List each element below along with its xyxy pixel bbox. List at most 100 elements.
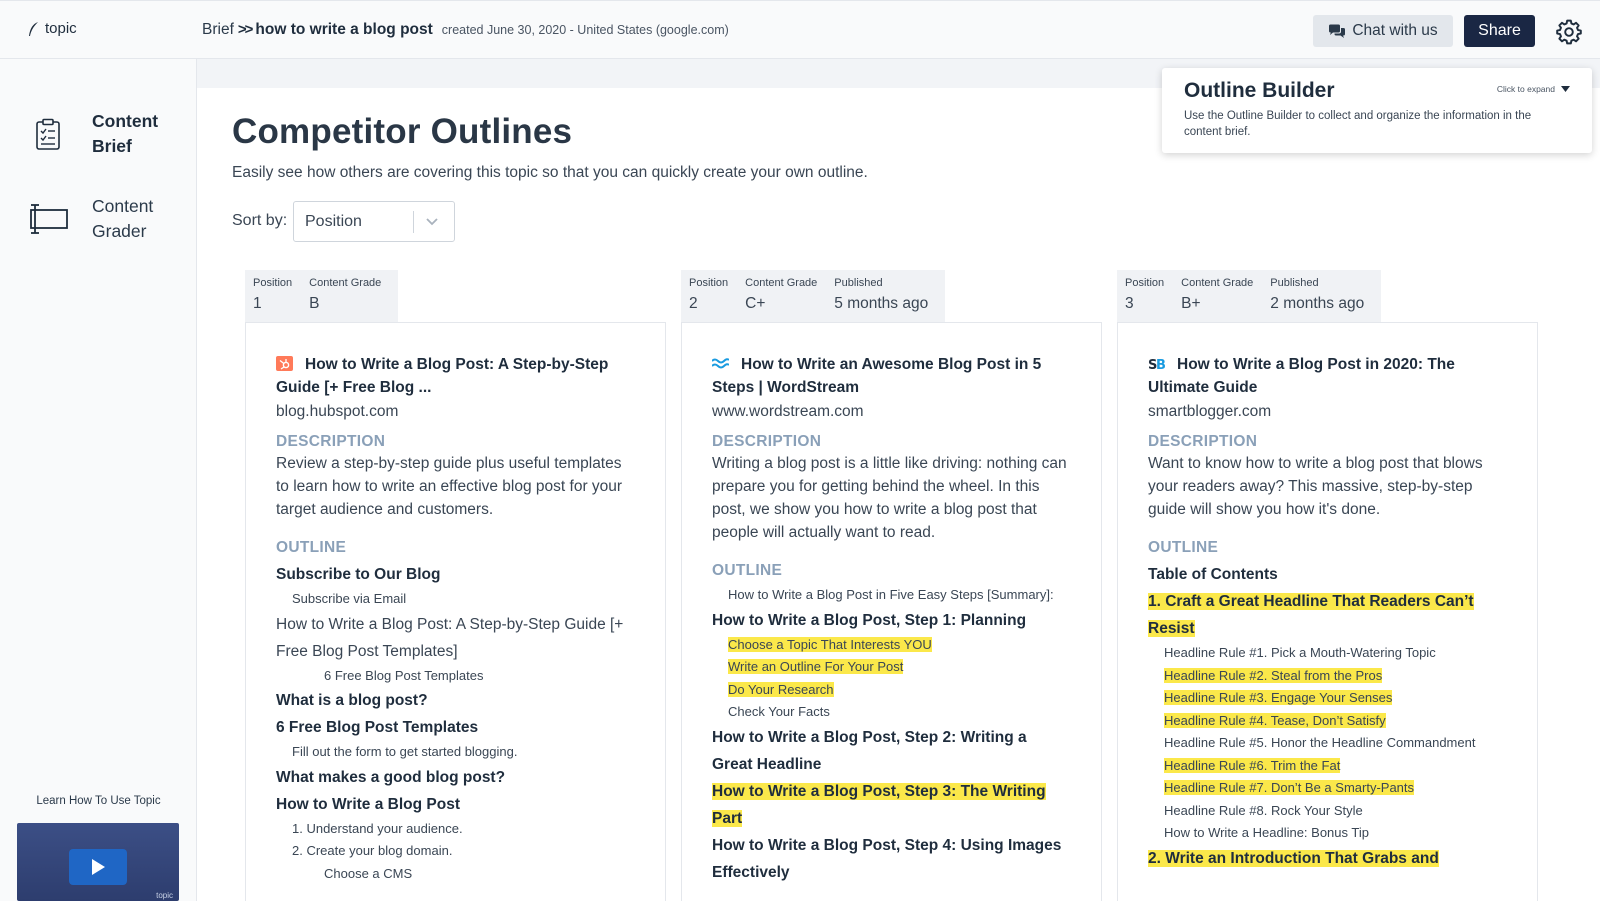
outline-item-text: What makes a good blog post? [276,768,506,786]
play-button[interactable] [69,849,127,885]
outline-item[interactable]: Headline Rule #5. Honor the Headline Com… [1148,732,1507,755]
video-brand: topic [156,891,173,900]
competitor-outline: Subscribe to Our Blog Subscribe via Email… [276,561,635,885]
outline-item-text: How to Write a Blog Post, Step 2: Writin… [712,728,1027,773]
meta-value: 3 [1125,295,1134,312]
wordstream-icon [712,358,729,369]
meta-label: Content Grade [745,277,818,289]
outline-item[interactable]: Headline Rule #4. Tease, Don’t Satisfy [1148,710,1507,733]
outline-item-text: Fill out the form to get started bloggin… [292,744,518,759]
sidebar: Content Brief Content Grader [0,59,197,901]
outline-item-text: Headline Rule #7. Don’t Be a Smarty-Pant… [1164,780,1415,795]
outline-item[interactable]: Choose a CMS [276,863,635,886]
outline-item[interactable]: How to Write a Headline: Bonus Tip [1148,822,1507,845]
outline-item[interactable]: Headline Rule #2. Steal from the Pros [1148,665,1507,688]
outline-item-text: Choose a CMS [324,865,413,881]
outline-item[interactable]: Check Your Facts [712,701,1071,724]
competitor-outline: Table of Contents 1. Craft a Great Headli… [1148,561,1507,872]
description-heading: DESCRIPTION [276,433,386,450]
outline-item-text: How to Write a Blog Post, Step 4: Using … [712,836,1062,881]
outline-item[interactable]: Do Your Research [712,679,1071,702]
outline-item[interactable]: How to Write a Blog Post, Step 4: Using … [712,832,1071,886]
outline-item[interactable]: Headline Rule #6. Trim the Fat [1148,755,1507,778]
feather-icon [29,21,38,36]
meta-label: Published [1270,277,1319,289]
outline-item[interactable]: Subscribe to Our Blog [276,561,635,588]
outline-item[interactable]: 2. Create your blog domain. [276,840,635,863]
competitor-title[interactable]: S B How to Write a Blog Post in 2020: Th… [1148,353,1507,399]
competitor-description: Review a step-by-step guide plus useful … [276,455,623,518]
sidebar-item-label: Content Grader [92,196,154,241]
breadcrumb-meta: created June 30, 2020 - United States (g… [441,23,729,37]
share-button[interactable]: Share [1464,15,1535,47]
outline-item[interactable]: How to Write a Blog Post, Step 3: The Wr… [712,778,1071,832]
outline-item[interactable]: How to Write a Blog Post in Five Easy St… [712,584,1071,607]
outline-item[interactable]: Headline Rule #1. Pick a Mouth-Watering … [1148,642,1507,665]
outline-item[interactable]: How to Write a Blog Post, Step 2: Writin… [712,724,1071,778]
competitor-meta: Position 3 Content Grade B+ Published 2 … [1117,270,1382,322]
outline-item[interactable]: How to Write a Blog Post: A Step-by-Step… [276,611,635,665]
outline-item[interactable]: How to Write a Blog Post, Step 1: Planni… [712,607,1071,634]
breadcrumb-root[interactable]: Brief [202,21,234,39]
outline-item-text: Headline Rule #6. Trim the Fat [1164,757,1341,773]
outline-item[interactable]: Headline Rule #7. Don’t Be a Smarty-Pant… [1148,777,1507,800]
competitor-meta: Position 1 Content Grade B [245,270,399,322]
outline-item[interactable]: Headline Rule #3. Engage Your Senses [1148,687,1507,710]
outline-item-text: 1. Craft a Great Headline That Readers C… [1148,593,1474,637]
outline-item-text: Subscribe via Email [292,591,407,606]
meta-value: B+ [1181,295,1201,312]
sidebar-item-label: Content Brief [92,111,159,156]
app-logo[interactable]: topic [27,20,77,37]
sort-select[interactable]: Position [293,201,455,242]
tutorial-video[interactable]: topic [17,823,179,901]
outline-item[interactable]: Subscribe via Email [276,588,635,611]
meta-published: Published 2 months ago [1270,277,1364,322]
outline-item[interactable]: Fill out the form to get started bloggin… [276,741,635,764]
svg-text:B: B [1156,358,1165,371]
chat-button-label: Chat with us [1352,22,1438,39]
outline-item-text: 2. Create your blog domain. [292,843,453,858]
outline-item[interactable]: 1. Understand your audience. [276,818,635,841]
outline-item[interactable]: Write an Outline For Your Post [712,656,1071,679]
outline-item[interactable]: 2. Write an Introduction That Grabs and [1148,845,1507,872]
outline-item-text: Choose a Topic That Interests YOU [728,636,932,652]
outline-item-text: Headline Rule #5. Honor the Headline Com… [1164,735,1476,750]
description-heading: DESCRIPTION [1148,433,1258,450]
hubspot-icon [276,356,293,371]
expand-toggle[interactable]: Click to expand [1497,84,1570,94]
outline-builder-panel[interactable]: Outline Builder Use the Outline Builder … [1162,68,1592,153]
outline-item-text: Headline Rule #4. Tease, Don’t Satisfy [1164,712,1386,728]
competitor-meta: Position 2 Content Grade C+ Published 5 … [681,270,946,322]
outline-item[interactable]: What makes a good blog post? [276,764,635,791]
meta-label: Content Grade [309,277,382,289]
play-icon [92,859,105,875]
sidebar-item-content-grader[interactable]: Content Grader [26,194,182,244]
outline-item[interactable]: Table of Contents [1148,561,1507,588]
competitor-title[interactable]: How to Write a Blog Post: A Step-by-Step… [276,353,635,399]
outline-item[interactable]: How to Write a Blog Post [276,791,635,818]
outline-item-text: How to Write a Blog Post, Step 1: Planni… [712,611,1027,629]
outline-item[interactable]: 1. Craft a Great Headline That Readers C… [1148,588,1507,642]
outline-item[interactable]: 6 Free Blog Post Templates [276,714,635,741]
meta-position: Position 3 [1125,277,1164,322]
caret-down-icon [1561,86,1570,92]
outline-item-text: Subscribe to Our Blog [276,566,441,583]
competitor-card: How to Write a Blog Post: A Step-by-Step… [245,322,666,901]
sidebar-item-content-brief[interactable]: Content Brief [26,109,182,159]
chat-button[interactable]: Chat with us [1313,15,1453,47]
meta-value: B [309,295,320,312]
outline-item[interactable]: What is a blog post? [276,687,635,714]
outline-item[interactable]: Headline Rule #8. Rock Your Style [1148,800,1507,823]
outline-item[interactable]: 6 Free Blog Post Templates [276,665,635,688]
expand-label: Click to expand [1496,84,1555,94]
gear-icon[interactable] [1556,19,1582,45]
logo-text: topic [45,20,77,37]
outline-item[interactable]: Choose a Topic That Interests YOU [712,634,1071,657]
outline-item-text: 1. Understand your audience. [292,820,463,836]
outline-item-text: Headline Rule #3. Engage Your Senses [1164,690,1393,705]
outline-heading: OUTLINE [712,562,783,579]
competitor-domain: blog.hubspot.com [276,403,399,420]
competitor-domain: smartblogger.com [1148,403,1272,420]
competitor-title[interactable]: How to Write an Awesome Blog Post in 5 S… [712,353,1071,399]
meta-position: Position 1 [253,277,292,322]
